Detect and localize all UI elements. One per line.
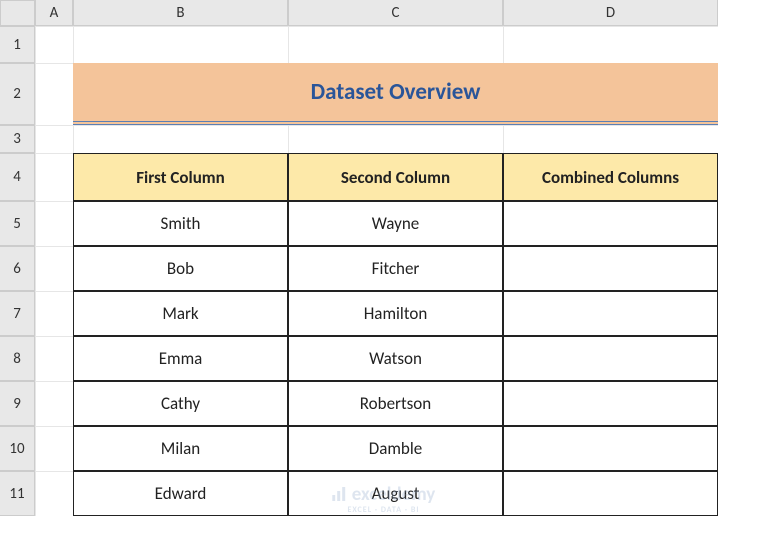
header-first-column[interactable]: First Column — [73, 153, 288, 201]
row-header-8[interactable]: 8 — [0, 336, 35, 381]
cell-a10[interactable] — [35, 426, 73, 471]
cell-a6[interactable] — [35, 246, 73, 291]
row-header-7[interactable]: 7 — [0, 291, 35, 336]
cell-a5[interactable] — [35, 201, 73, 246]
cell-d5[interactable] — [503, 201, 718, 246]
cell-c10[interactable]: Damble — [288, 426, 503, 471]
cell-d8[interactable] — [503, 336, 718, 381]
cell-d3[interactable] — [503, 125, 718, 153]
col-header-a[interactable]: A — [35, 0, 73, 26]
cell-b9[interactable]: Cathy — [73, 381, 288, 426]
row-header-4[interactable]: 4 — [0, 153, 35, 201]
cell-c11[interactable]: August — [288, 471, 503, 516]
cell-b3[interactable] — [73, 125, 288, 153]
cell-c7[interactable]: Hamilton — [288, 291, 503, 336]
cell-a11[interactable] — [35, 471, 73, 516]
cell-d11[interactable] — [503, 471, 718, 516]
col-header-d[interactable]: D — [503, 0, 718, 26]
cell-c8[interactable]: Watson — [288, 336, 503, 381]
cell-b8[interactable]: Emma — [73, 336, 288, 381]
title-cell[interactable]: Dataset Overview — [73, 63, 718, 125]
col-header-b[interactable]: B — [73, 0, 288, 26]
cell-d6[interactable] — [503, 246, 718, 291]
row-header-6[interactable]: 6 — [0, 246, 35, 291]
cell-c3[interactable] — [288, 125, 503, 153]
cell-c1[interactable] — [288, 26, 503, 63]
row-header-9[interactable]: 9 — [0, 381, 35, 426]
cell-c6[interactable]: Fitcher — [288, 246, 503, 291]
cell-a8[interactable] — [35, 336, 73, 381]
select-all-corner[interactable] — [0, 0, 35, 26]
cell-b7[interactable]: Mark — [73, 291, 288, 336]
row-header-1[interactable]: 1 — [0, 26, 35, 63]
cell-d1[interactable] — [503, 26, 718, 63]
spreadsheet-grid: A B C D 1 2 3 4 5 6 7 8 9 10 11 Dataset … — [0, 0, 718, 516]
cell-d10[interactable] — [503, 426, 718, 471]
cell-d9[interactable] — [503, 381, 718, 426]
cell-a1[interactable] — [35, 26, 73, 63]
row-header-10[interactable]: 10 — [0, 426, 35, 471]
cell-d7[interactable] — [503, 291, 718, 336]
row-header-11[interactable]: 11 — [0, 471, 35, 516]
cell-b1[interactable] — [73, 26, 288, 63]
cell-b5[interactable]: Smith — [73, 201, 288, 246]
cell-c5[interactable]: Wayne — [288, 201, 503, 246]
header-second-column[interactable]: Second Column — [288, 153, 503, 201]
row-header-3[interactable]: 3 — [0, 125, 35, 153]
cell-b11[interactable]: Edward — [73, 471, 288, 516]
cell-a4[interactable] — [35, 153, 73, 201]
cell-a7[interactable] — [35, 291, 73, 336]
cell-a3[interactable] — [35, 125, 73, 153]
row-header-2[interactable]: 2 — [0, 63, 35, 125]
row-header-5[interactable]: 5 — [0, 201, 35, 246]
cell-b10[interactable]: Milan — [73, 426, 288, 471]
cell-c9[interactable]: Robertson — [288, 381, 503, 426]
col-header-c[interactable]: C — [288, 0, 503, 26]
cell-b6[interactable]: Bob — [73, 246, 288, 291]
cell-a2[interactable] — [35, 63, 73, 125]
cell-a9[interactable] — [35, 381, 73, 426]
header-combined-column[interactable]: Combined Columns — [503, 153, 718, 201]
